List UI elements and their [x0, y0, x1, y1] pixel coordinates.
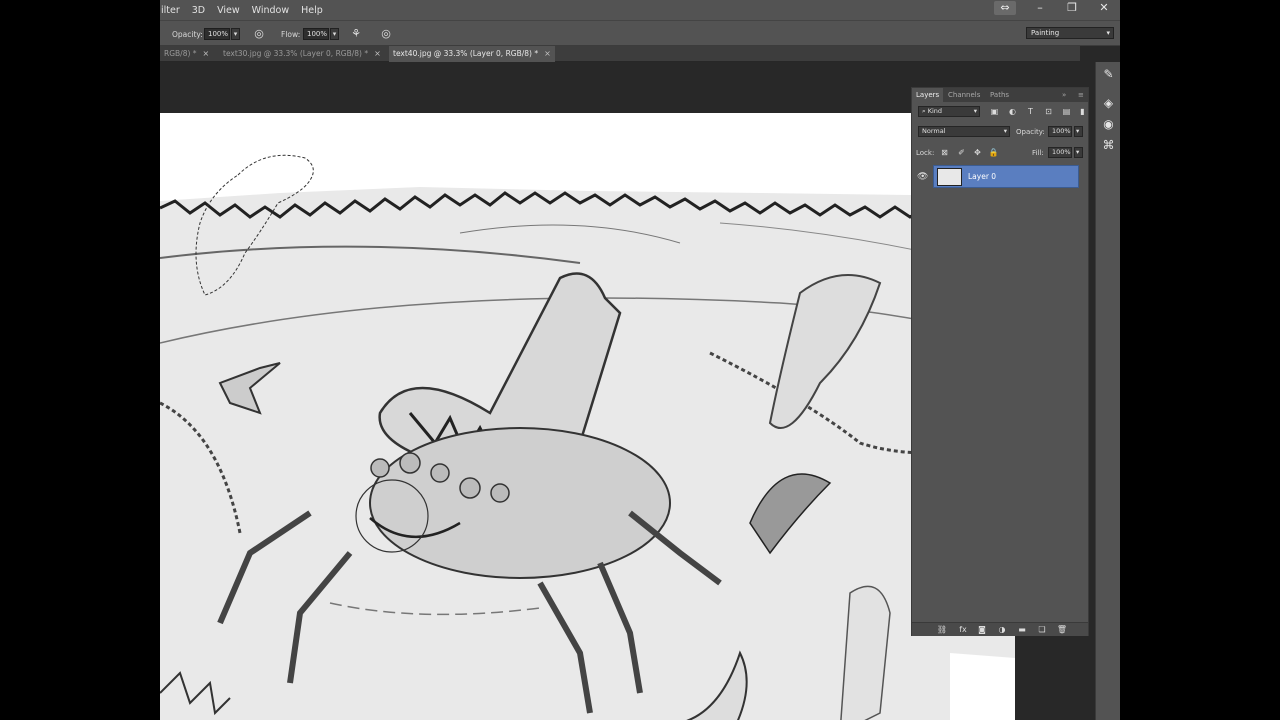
layer-row[interactable]: Layer 0 [933, 165, 1079, 188]
menu-bar: ilter 3D View Window Help [160, 0, 1120, 20]
paths-icon[interactable]: ⌘ [1100, 137, 1117, 154]
close-icon[interactable]: × [374, 49, 381, 58]
blend-mode-select[interactable]: Normal ▾ [918, 126, 1010, 137]
left-letterbox [0, 0, 160, 720]
tab-document-2[interactable]: text30.jpg @ 33.3% (Layer 0, RGB/8) * × [219, 46, 385, 62]
close-icon[interactable]: ✕ [1096, 1, 1112, 15]
adjustment-icon[interactable]: ◑ [996, 624, 1008, 636]
restore-icon[interactable]: ❐ [1064, 1, 1080, 15]
arrange-icon[interactable]: ⇔ [994, 1, 1016, 15]
opacity-label: Opacity: [172, 30, 203, 39]
filter-kind-select[interactable]: ⌕ Kind ▾ [918, 106, 980, 117]
brush-preset-icon[interactable]: ✎ [1100, 66, 1117, 83]
close-icon[interactable]: × [544, 49, 551, 58]
collapse-icon[interactable]: » [1058, 88, 1070, 102]
window-controls: ⇔ – ❐ ✕ [994, 0, 1112, 16]
opacity-field[interactable]: 100% [204, 28, 230, 40]
menu-view[interactable]: View [211, 5, 246, 16]
lock-transparent-icon[interactable]: ⊠ [939, 147, 950, 158]
filter-adjustment-icon[interactable]: ◐ [1007, 106, 1018, 117]
tab-paths[interactable]: Paths [986, 88, 1013, 102]
menu-window[interactable]: Window [246, 5, 295, 16]
photoshop-window: ilter 3D View Window Help ⇔ – ❐ ✕ Opacit… [160, 0, 1120, 720]
tab-channels[interactable]: Channels [944, 88, 984, 102]
search-icon: ⌕ [922, 107, 926, 115]
layer-opacity-field[interactable]: 100% [1048, 126, 1072, 137]
document-tabs: RGB/8) * × text30.jpg @ 33.3% (Layer 0, R… [160, 46, 1080, 62]
filter-type-icon[interactable]: T [1025, 106, 1036, 117]
workspace-switcher[interactable]: Painting ▾ [1026, 27, 1114, 39]
trash-icon[interactable]: 🗑 [1056, 624, 1068, 636]
tablet-pressure-icon[interactable]: ◎ [379, 27, 393, 41]
layer-thumbnail [937, 168, 962, 186]
lock-all-icon[interactable]: 🔒 [988, 147, 999, 158]
fill-dropdown-icon[interactable]: ▾ [1074, 147, 1083, 158]
pressure-icon[interactable]: ◎ [252, 27, 266, 41]
eye-icon[interactable]: 👁 [917, 172, 928, 182]
layers-panel: Layers Channels Paths » ≡ ⌕ Kind ▾ ▣ ◐ T… [911, 87, 1089, 636]
chevron-down-icon: ▾ [1106, 29, 1110, 37]
workspace-label: Painting [1031, 29, 1060, 37]
options-bar: Opacity: 100% ▾ ◎ Flow: 100% ▾ ⚘ ◎ [160, 20, 1120, 46]
tab-document-3[interactable]: text40.jpg @ 33.3% (Layer 0, RGB/8) * × [389, 46, 555, 62]
panel-menu-icon[interactable]: ≡ [1074, 88, 1088, 102]
tab-layers[interactable]: Layers [912, 88, 944, 102]
airbrush-icon[interactable]: ⚘ [349, 27, 363, 41]
new-layer-icon[interactable]: ❏ [1036, 624, 1048, 636]
menu-help[interactable]: Help [295, 5, 329, 16]
filter-pixel-icon[interactable]: ▣ [989, 106, 1000, 117]
channels-icon[interactable]: ◉ [1100, 116, 1117, 133]
link-icon[interactable]: ⛓ [936, 624, 948, 636]
panel-dock-strip: ✎ ◈ ◉ ⌘ [1095, 62, 1120, 720]
close-icon[interactable]: × [203, 49, 210, 58]
fill-field[interactable]: 100% [1048, 147, 1072, 158]
sketch-artwork[interactable] [160, 113, 1015, 720]
chevron-down-icon: ▾ [1003, 127, 1007, 135]
layers-icon[interactable]: ◈ [1100, 95, 1117, 112]
opacity-dropdown-icon[interactable]: ▾ [231, 28, 240, 40]
flow-label: Flow: [281, 30, 301, 39]
filter-toggle-icon[interactable]: ▮ [1077, 106, 1088, 117]
filter-smart-object-icon[interactable]: ▤ [1061, 106, 1072, 117]
tab-document-1[interactable]: RGB/8) * × [160, 46, 213, 62]
minimize-icon[interactable]: – [1032, 1, 1048, 15]
right-letterbox [1120, 0, 1280, 720]
layer-name[interactable]: Layer 0 [968, 172, 996, 181]
opacity-dropdown-icon[interactable]: ▾ [1074, 126, 1083, 137]
panel-tab-bar: Layers Channels Paths » ≡ [912, 88, 1088, 102]
chevron-down-icon: ▾ [973, 107, 977, 115]
flow-dropdown-icon[interactable]: ▾ [330, 28, 339, 40]
flow-field[interactable]: 100% [303, 28, 329, 40]
lock-label: Lock: [916, 149, 935, 157]
layers-panel-footer: ⛓ fx ◙ ◑ ▬ ❏ 🗑 [912, 622, 1088, 636]
menu-3d[interactable]: 3D [186, 5, 211, 16]
fx-icon[interactable]: fx [957, 624, 969, 636]
lock-position-icon[interactable]: ✥ [972, 147, 983, 158]
lock-pixels-icon[interactable]: ✐ [956, 147, 967, 158]
mask-icon[interactable]: ◙ [976, 624, 988, 636]
layer-opacity-label: Opacity: [1016, 128, 1045, 136]
fill-label: Fill: [1032, 149, 1044, 157]
filter-shape-icon[interactable]: ⊡ [1043, 106, 1054, 117]
folder-icon[interactable]: ▬ [1016, 624, 1028, 636]
menu-filter[interactable]: ilter [160, 5, 186, 16]
